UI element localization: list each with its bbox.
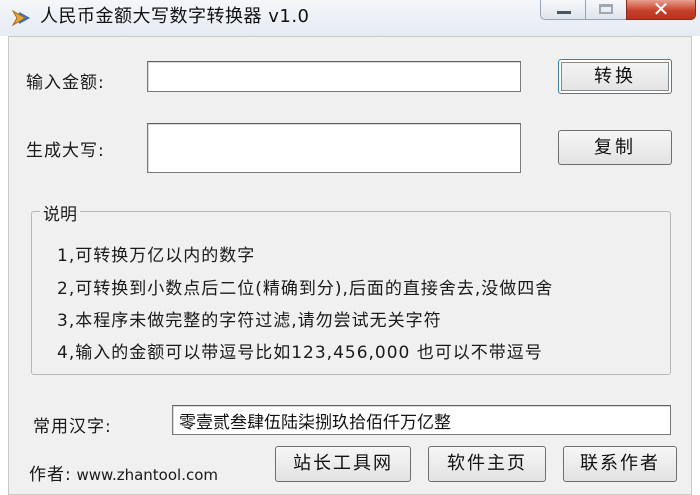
webmaster-tools-button[interactable]: 站长工具网 — [275, 446, 411, 482]
author-label: 作者: — [29, 465, 72, 485]
convert-button[interactable]: 转换 — [558, 59, 672, 94]
maximize-button[interactable] — [585, 0, 627, 20]
note-item: 1,可转换万亿以内的数字 — [57, 246, 256, 266]
close-icon: ✕ — [652, 0, 670, 21]
author-site: www.zhantool.com — [76, 466, 218, 484]
common-chars-label: 常用汉字: — [33, 417, 112, 437]
minimize-button[interactable] — [540, 0, 586, 20]
note-item: 3,本程序未做完整的字符过滤,请勿尝试无关字符 — [57, 311, 442, 331]
title-bar: 人民币金额大写数字转换器 v1.0 ✕ — [0, 0, 700, 36]
minimize-icon — [557, 11, 571, 14]
close-button[interactable]: ✕ — [626, 0, 696, 21]
amount-input[interactable] — [147, 61, 521, 92]
notes-groupbox: 说明 1,可转换万亿以内的数字 2,可转换到小数点后二位(精确到分),后面的直接… — [31, 200, 671, 375]
maximize-icon — [599, 4, 613, 14]
software-homepage-button[interactable]: 软件主页 — [428, 446, 546, 482]
contact-author-button[interactable]: 联系作者 — [563, 446, 677, 482]
note-item: 2,可转换到小数点后二位(精确到分),后面的直接舍去,没做四舍 — [57, 279, 554, 299]
window-title: 人民币金额大写数字转换器 v1.0 — [40, 6, 310, 27]
output-label: 生成大写: — [26, 141, 105, 161]
uppercase-output-field[interactable] — [147, 123, 521, 173]
author-info: 作者: www.zhantool.com — [29, 460, 218, 485]
app-arrow-icon — [11, 9, 31, 27]
main-panel: 输入金额: 转换 生成大写: 复制 说明 1,可转换万亿以内的数字 2,可转换到… — [8, 36, 692, 495]
note-item: 4,输入的金额可以带逗号比如123,456,000 也可以不带逗号 — [57, 343, 543, 363]
notes-list: 1,可转换万亿以内的数字 2,可转换到小数点后二位(精确到分),后面的直接舍去,… — [32, 212, 642, 372]
copy-button[interactable]: 复制 — [558, 130, 672, 165]
common-chars-field[interactable] — [172, 405, 671, 435]
input-amount-label: 输入金额: — [26, 73, 105, 93]
